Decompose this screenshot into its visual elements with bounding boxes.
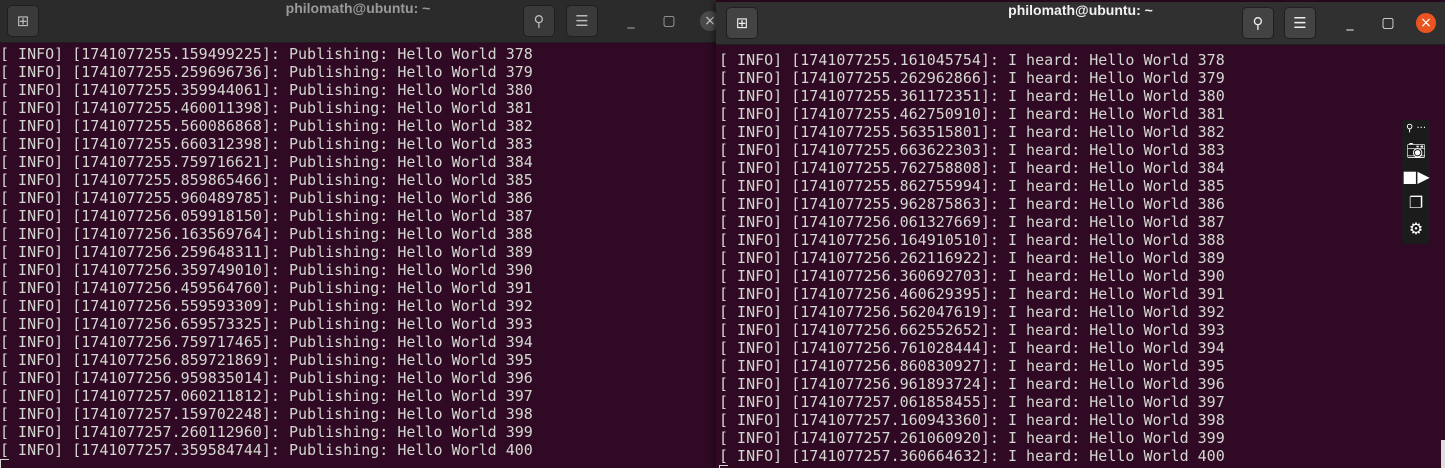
log-line: [ INFO] [1741077255.361172351]: I heard:… (719, 87, 1225, 105)
log-line: [ INFO] [1741077256.662552652]: I heard:… (719, 321, 1225, 339)
right-titlebar: ⊞ philomath@ubuntu: ~ ⚲ ☰ _ ▢ × (716, 2, 1445, 45)
log-line: [ INFO] [1741077257.261060920]: I heard:… (719, 429, 1225, 447)
cursor (0, 459, 9, 468)
window-title: philomath@ubuntu: ~ (285, 0, 431, 16)
close-button[interactable]: × (1416, 13, 1436, 33)
log-line: [ INFO] [1741077257.060211812]: Publishi… (0, 387, 533, 405)
log-line: [ INFO] [1741077255.859865466]: Publishi… (0, 171, 533, 189)
copy-icon[interactable]: ❐ (1402, 190, 1430, 216)
log-line: [ INFO] [1741077255.462750910]: I heard:… (719, 105, 1225, 123)
log-line: [ INFO] [1741077256.259648311]: Publishi… (0, 243, 533, 261)
scrollbar[interactable] (1441, 440, 1445, 468)
log-line: [ INFO] [1741077255.560086868]: Publishi… (0, 117, 533, 135)
log-line: [ INFO] [1741077257.061858455]: I heard:… (719, 393, 1225, 411)
log-line: [ INFO] [1741077256.359749010]: Publishi… (0, 261, 533, 279)
window-title: philomath@ubuntu: ~ (1008, 2, 1153, 18)
log-line: [ INFO] [1741077257.160943360]: I heard:… (719, 411, 1225, 429)
log-line: [ INFO] [1741077256.459564760]: Publishi… (0, 279, 533, 297)
maximize-button[interactable]: ▢ (659, 11, 679, 31)
log-line: [ INFO] [1741077256.659573325]: Publishi… (0, 315, 533, 333)
log-line: [ INFO] [1741077256.959835014]: Publishi… (0, 369, 533, 387)
terminal-output[interactable]: [ INFO] [1741077255.161045754]: I heard:… (719, 51, 1225, 468)
pin-icon[interactable]: ⚲ ··· (1402, 120, 1430, 138)
left-titlebar: ⊞ philomath@ubuntu: ~ ⚲ ☰ _ ▢ × (0, 0, 716, 43)
log-line: [ INFO] [1741077256.061327669]: I heard:… (719, 213, 1225, 231)
log-line: [ INFO] [1741077255.862755994]: I heard:… (719, 177, 1225, 195)
log-line: [ INFO] [1741077256.460629395]: I heard:… (719, 285, 1225, 303)
gear-icon[interactable]: ⚙ (1402, 216, 1430, 242)
menu-button[interactable]: ☰ (1284, 7, 1316, 39)
log-line: [ INFO] [1741077257.159702248]: Publishi… (0, 405, 533, 423)
log-line: [ INFO] [1741077255.563515801]: I heard:… (719, 123, 1225, 141)
log-line: [ INFO] [1741077256.360692703]: I heard:… (719, 267, 1225, 285)
log-line: [ INFO] [1741077256.761028444]: I heard:… (719, 339, 1225, 357)
log-line: [ INFO] [1741077256.859721869]: Publishi… (0, 351, 533, 369)
log-line: [ INFO] [1741077255.159499225]: Publishi… (0, 45, 533, 63)
log-line: [ INFO] [1741077257.260112960]: Publishi… (0, 423, 533, 441)
log-line: [ INFO] [1741077256.860830927]: I heard:… (719, 357, 1225, 375)
maximize-button[interactable]: ▢ (1378, 13, 1398, 33)
screenshot-toolbar: ⚲ ··· 📷︎ ■▶ ❐ ⚙ (1402, 120, 1430, 244)
log-line: [ INFO] [1741077255.962875863]: I heard:… (719, 195, 1225, 213)
log-line: [ INFO] [1741077257.359584744]: Publishi… (0, 441, 533, 459)
log-line: [ INFO] [1741077255.762758808]: I heard:… (719, 159, 1225, 177)
menu-button[interactable]: ☰ (566, 5, 598, 37)
log-line: [ INFO] [1741077256.059918150]: Publishi… (0, 207, 533, 225)
log-line: [ INFO] [1741077255.161045754]: I heard:… (719, 51, 1225, 69)
log-line: [ INFO] [1741077255.262962866]: I heard:… (719, 69, 1225, 87)
log-line: [ INFO] [1741077256.163569764]: Publishi… (0, 225, 533, 243)
log-line: [ INFO] [1741077256.262116922]: I heard:… (719, 249, 1225, 267)
log-line: [ INFO] [1741077256.559593309]: Publishi… (0, 297, 533, 315)
log-line: [ INFO] [1741077256.562047619]: I heard:… (719, 303, 1225, 321)
minimize-button[interactable]: _ (1340, 13, 1360, 33)
log-line: [ INFO] [1741077255.663622303]: I heard:… (719, 141, 1225, 159)
terminal-output[interactable]: [ INFO] [1741077255.159499225]: Publishi… (0, 45, 533, 468)
log-line: [ INFO] [1741077256.961893724]: I heard:… (719, 375, 1225, 393)
log-line: [ INFO] [1741077255.960489785]: Publishi… (0, 189, 533, 207)
camera-icon[interactable]: 📷︎ (1402, 138, 1430, 164)
video-icon[interactable]: ■▶ (1402, 164, 1430, 190)
search-button[interactable]: ⚲ (1242, 7, 1274, 39)
right-terminal-window: ⊞ philomath@ubuntu: ~ ⚲ ☰ _ ▢ × [ INFO] … (716, 2, 1445, 468)
close-button[interactable]: × (700, 11, 716, 31)
minimize-button[interactable]: _ (621, 11, 641, 31)
log-line: [ INFO] [1741077255.660312398]: Publishi… (0, 135, 533, 153)
log-line: [ INFO] [1741077257.360664632]: I heard:… (719, 447, 1225, 465)
log-line: [ INFO] [1741077255.259696736]: Publishi… (0, 63, 533, 81)
log-line: [ INFO] [1741077256.164910510]: I heard:… (719, 231, 1225, 249)
log-line: [ INFO] [1741077255.359944061]: Publishi… (0, 81, 533, 99)
left-terminal-window: ⊞ philomath@ubuntu: ~ ⚲ ☰ _ ▢ × [ INFO] … (0, 0, 716, 468)
search-button[interactable]: ⚲ (523, 5, 555, 37)
log-line: [ INFO] [1741077256.759717465]: Publishi… (0, 333, 533, 351)
log-line: [ INFO] [1741077255.759716621]: Publishi… (0, 153, 533, 171)
log-line: [ INFO] [1741077255.460011398]: Publishi… (0, 99, 533, 117)
